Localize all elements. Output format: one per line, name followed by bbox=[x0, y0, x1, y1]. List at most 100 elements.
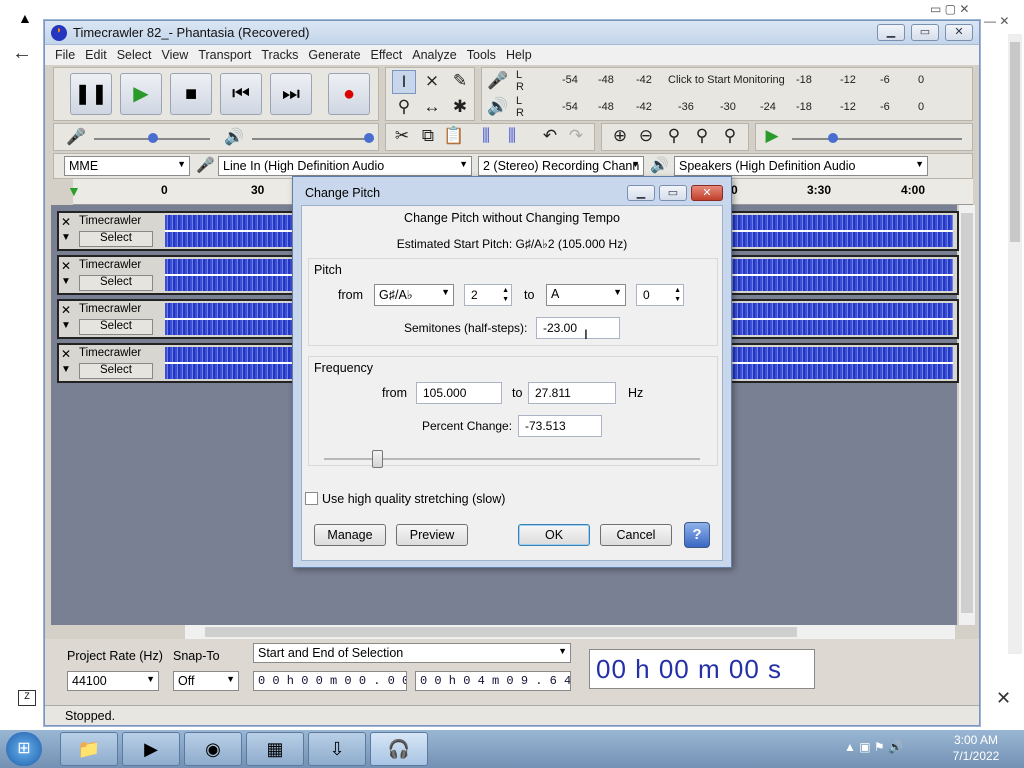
record-meter-mic-icon[interactable]: 🎤 bbox=[486, 70, 510, 94]
multi-tool-icon[interactable]: ✱ bbox=[448, 96, 472, 120]
from-octave-spinner[interactable]: 2 ▲ ▼ bbox=[464, 284, 512, 306]
trim-icon[interactable]: ⫼ bbox=[474, 125, 498, 149]
skip-start-button[interactable]: ⏮ bbox=[220, 73, 262, 115]
tray-icons[interactable]: ▲ ▣ ⚑ 🔊 bbox=[844, 740, 903, 754]
redo-icon[interactable]: ↷ bbox=[564, 125, 588, 149]
menu-generate[interactable]: Generate bbox=[308, 48, 360, 62]
installer-taskbar-icon[interactable]: ⇩ bbox=[308, 732, 366, 766]
browser-window-controls[interactable]: ▭ ▢ ✕ bbox=[930, 2, 969, 16]
vertical-scrollbar[interactable] bbox=[959, 205, 975, 625]
system-taskbar-icon[interactable]: ▦ bbox=[246, 732, 304, 766]
undo-icon[interactable]: ↶ bbox=[538, 125, 562, 149]
horizontal-scrollbar[interactable] bbox=[185, 625, 955, 639]
selection-mode-select[interactable]: Start and End of Selection ▼ bbox=[253, 643, 571, 663]
track-name-menu[interactable]: Timecrawler bbox=[79, 347, 153, 359]
track-close-icon[interactable]: ✕ bbox=[61, 347, 71, 361]
help-button[interactable]: ? bbox=[684, 522, 710, 548]
clock-date[interactable]: 7/1/2022 bbox=[936, 749, 1016, 763]
play-button[interactable]: ▶ bbox=[120, 73, 162, 115]
play-speed-slider[interactable] bbox=[792, 138, 962, 140]
track-close-icon[interactable]: ✕ bbox=[61, 259, 71, 273]
fit-selection-icon[interactable]: ⚲ bbox=[662, 125, 686, 149]
freq-from-input[interactable]: 105.000 bbox=[416, 382, 502, 404]
minimize-button[interactable]: ▁ bbox=[877, 24, 905, 41]
recording-volume-thumb[interactable] bbox=[148, 133, 158, 143]
track-name-menu[interactable]: Timecrawler bbox=[79, 303, 153, 315]
play-head-icon[interactable]: ▼ bbox=[67, 183, 81, 199]
play-speed-thumb[interactable] bbox=[828, 133, 838, 143]
record-button[interactable]: ● bbox=[328, 73, 370, 115]
percent-change-input[interactable]: -73.513 bbox=[518, 415, 602, 437]
dialog-minimize-button[interactable]: ▁ bbox=[627, 185, 655, 201]
track-name-menu[interactable]: Timecrawler bbox=[79, 259, 153, 271]
chrome-taskbar-icon[interactable]: ◉ bbox=[184, 732, 242, 766]
dialog-close-button[interactable]: ✕ bbox=[691, 185, 723, 201]
browser-back-icon[interactable]: ← bbox=[12, 42, 32, 65]
audio-position-display[interactable]: 00 h 00 m 00 s bbox=[589, 649, 815, 689]
start-button[interactable]: ⊞ bbox=[6, 732, 42, 766]
track-name-menu[interactable]: Timecrawler bbox=[79, 215, 153, 227]
track-close-icon[interactable]: ✕ bbox=[61, 303, 71, 317]
snap-to-select[interactable]: Off ▼ bbox=[173, 671, 239, 691]
zoom-toggle-icon[interactable]: ⚲ bbox=[718, 125, 742, 149]
track-collapse-icon[interactable]: ▼ bbox=[61, 232, 71, 243]
track-collapse-icon[interactable]: ▼ bbox=[61, 320, 71, 331]
percent-change-slider-thumb[interactable] bbox=[371, 450, 383, 468]
menu-analyze[interactable]: Analyze bbox=[412, 48, 456, 62]
output-device-select[interactable]: Speakers (High Definition Audio ▼ bbox=[674, 156, 928, 176]
track-select-button[interactable]: Select bbox=[79, 319, 153, 335]
input-device-select[interactable]: Line In (High Definition Audio ▼ bbox=[218, 156, 472, 176]
semitones-input[interactable]: -23.00 bbox=[536, 317, 620, 339]
audio-host-select[interactable]: MME ▼ bbox=[64, 156, 190, 176]
media-player-taskbar-icon[interactable]: ▶ bbox=[122, 732, 180, 766]
track-select-button[interactable]: Select bbox=[79, 231, 153, 247]
close-button[interactable]: ✕ bbox=[945, 24, 973, 41]
playback-volume-slider[interactable] bbox=[252, 138, 374, 140]
freq-to-input[interactable]: 27.811 bbox=[528, 382, 616, 404]
menu-edit[interactable]: Edit bbox=[85, 48, 107, 62]
menu-tracks[interactable]: Tracks bbox=[261, 48, 298, 62]
track-close-icon[interactable]: ✕ bbox=[61, 215, 77, 229]
cut-icon[interactable]: ✂ bbox=[390, 125, 414, 149]
track-select-button[interactable]: Select bbox=[79, 363, 153, 379]
paste-icon[interactable]: 📋 bbox=[442, 125, 466, 149]
zoom-out-icon[interactable]: ⊖ bbox=[634, 125, 658, 149]
to-octave-spinner[interactable]: 0 ▲ ▼ bbox=[636, 284, 684, 306]
playback-volume-thumb[interactable] bbox=[364, 133, 374, 143]
selection-tool-icon[interactable]: I bbox=[392, 70, 416, 94]
selection-end-time[interactable]: 0 0 h 0 4 m 0 9 . 6 4 0 s bbox=[415, 671, 571, 691]
ok-button[interactable]: OK bbox=[518, 524, 590, 546]
maximize-button[interactable]: ▭ bbox=[911, 24, 939, 41]
fit-project-icon[interactable]: ⚲ bbox=[690, 125, 714, 149]
playback-meter-speaker-icon[interactable]: 🔊 bbox=[486, 96, 510, 120]
zoom-tool-icon[interactable]: ⚲ bbox=[392, 96, 416, 120]
preview-button[interactable]: Preview bbox=[396, 524, 468, 546]
menu-view[interactable]: View bbox=[161, 48, 188, 62]
track-collapse-icon[interactable]: ▼ bbox=[61, 276, 71, 287]
manage-button[interactable]: Manage bbox=[314, 524, 386, 546]
menu-effect[interactable]: Effect bbox=[371, 48, 403, 62]
track-select-button[interactable]: Select bbox=[79, 275, 153, 291]
selection-start-time[interactable]: 0 0 h 0 0 m 0 0 . 0 0 0 s bbox=[253, 671, 407, 691]
start-monitoring-prompt[interactable]: Click to Start Monitoring bbox=[668, 74, 785, 86]
explorer-taskbar-icon[interactable]: 📁 bbox=[60, 732, 118, 766]
silence-icon[interactable]: ⫼ bbox=[500, 125, 524, 149]
cancel-button[interactable]: Cancel bbox=[600, 524, 672, 546]
input-channels-select[interactable]: 2 (Stereo) Recording Chann ▼ bbox=[478, 156, 644, 176]
browser-close-icon[interactable]: ✕ bbox=[996, 688, 1011, 709]
menu-transport[interactable]: Transport bbox=[198, 48, 251, 62]
stop-button[interactable]: ■ bbox=[170, 73, 212, 115]
dialog-maximize-button[interactable]: ▭ bbox=[659, 185, 687, 201]
zoom-in-icon[interactable]: ⊕ bbox=[608, 125, 632, 149]
project-rate-select[interactable]: 44100 ▼ bbox=[67, 671, 159, 691]
from-note-select[interactable]: G♯/A♭ ▼ bbox=[374, 284, 454, 306]
hq-stretch-checkbox[interactable] bbox=[305, 492, 318, 505]
menu-help[interactable]: Help bbox=[506, 48, 532, 62]
to-note-select[interactable]: A ▼ bbox=[546, 284, 626, 306]
draw-tool-icon[interactable]: ✎ bbox=[448, 70, 472, 94]
browser-scrollbar[interactable] bbox=[1008, 34, 1022, 654]
menu-file[interactable]: File bbox=[55, 48, 75, 62]
envelope-tool-icon[interactable]: ⨯ bbox=[420, 70, 444, 94]
skip-end-button[interactable]: ⏭ bbox=[270, 73, 312, 115]
play-at-speed-icon[interactable]: ▶ bbox=[760, 125, 784, 149]
